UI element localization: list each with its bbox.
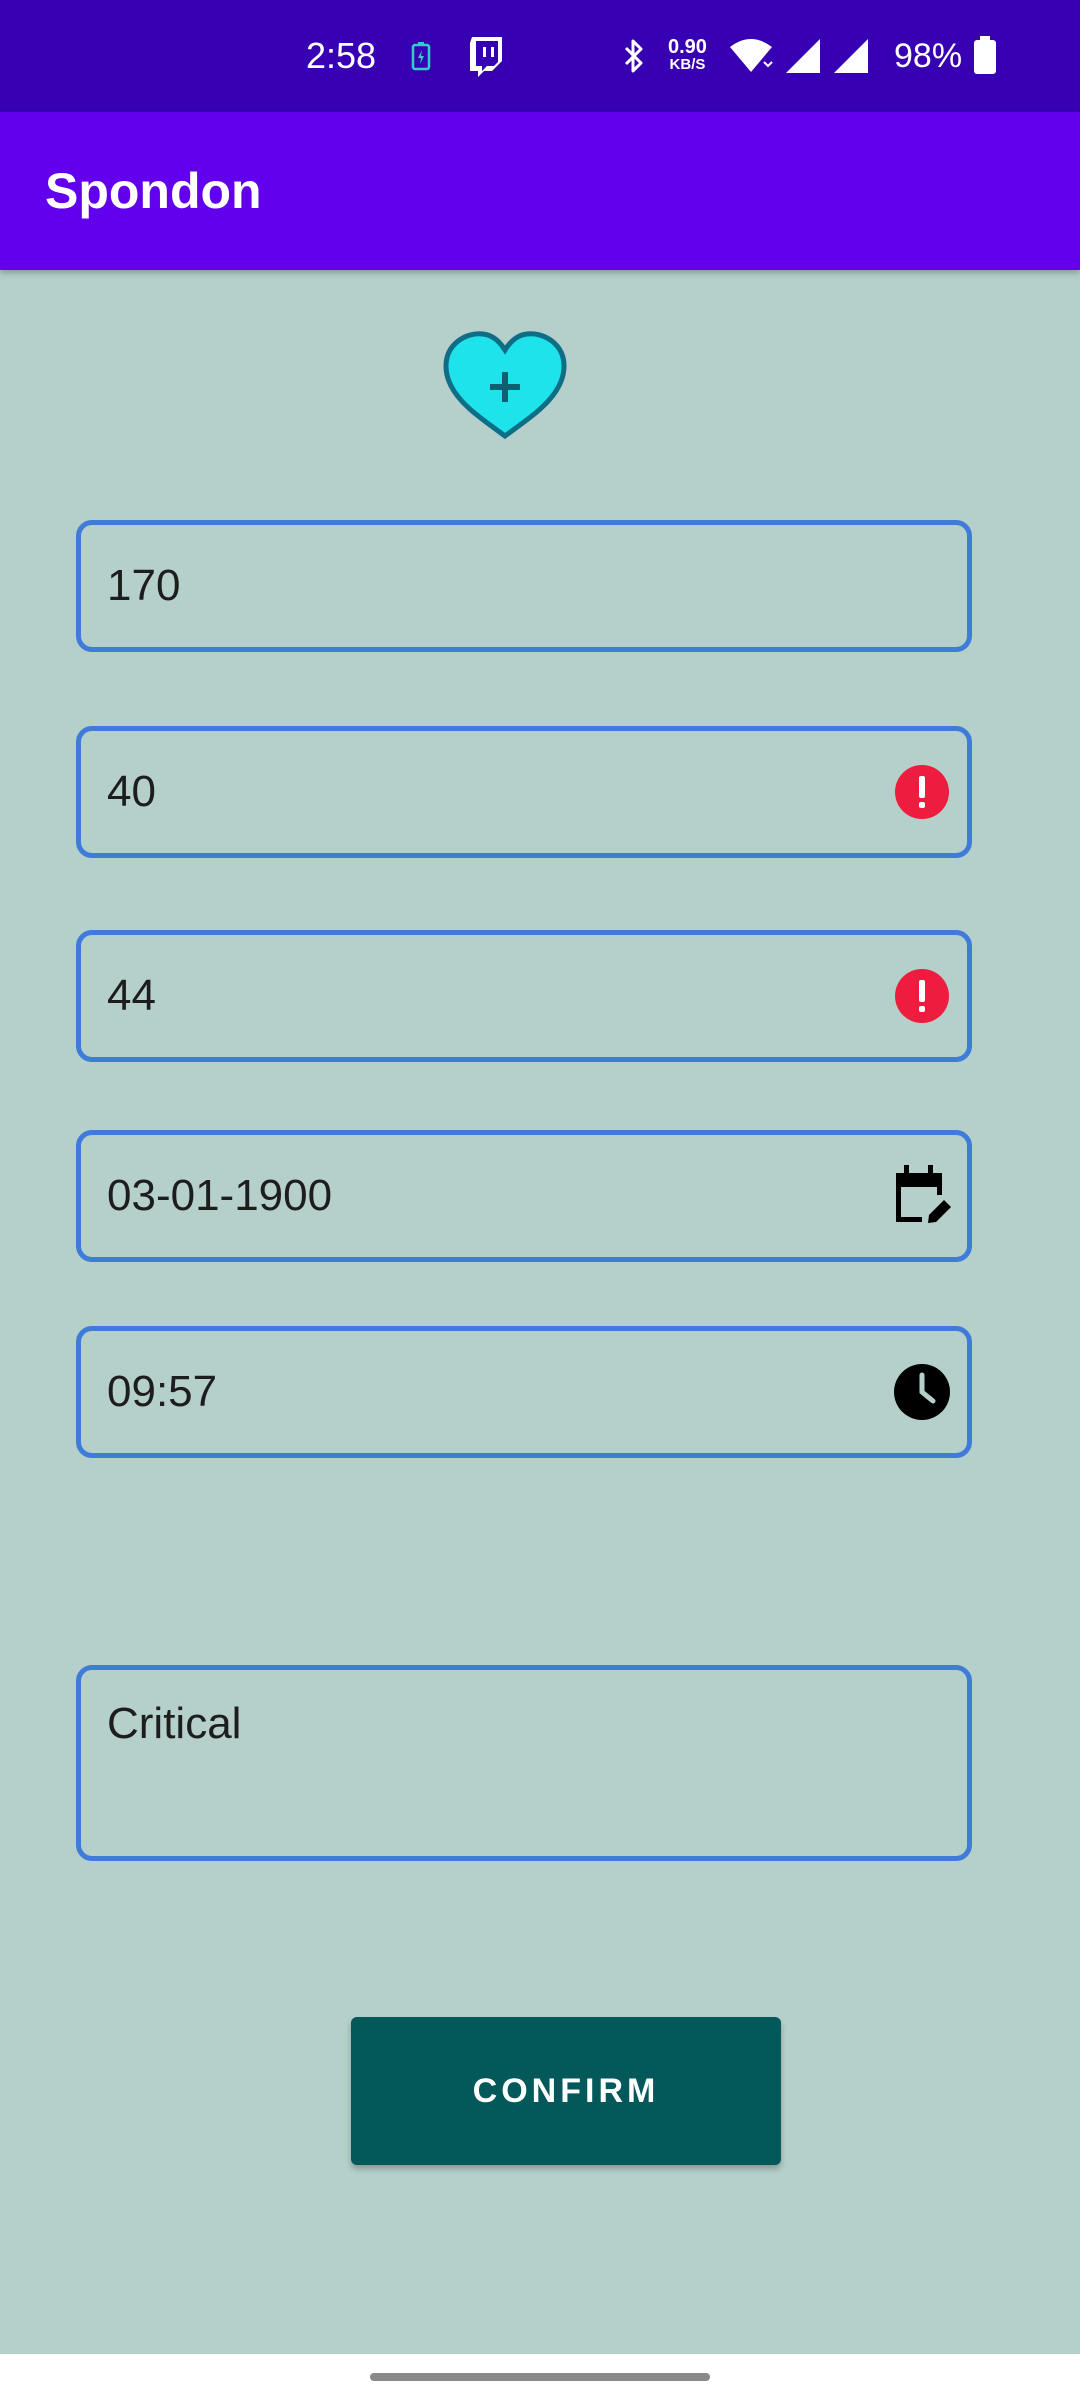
- date-field[interactable]: 03-01-1900: [76, 1130, 972, 1262]
- diastolic-field[interactable]: 44: [76, 930, 972, 1062]
- height-value: 170: [107, 561, 181, 610]
- error-icon: [877, 731, 967, 853]
- home-indicator[interactable]: [370, 2373, 710, 2381]
- diastolic-value: 44: [107, 971, 156, 1020]
- signal-icon: [830, 0, 870, 112]
- app-title: Spondon: [45, 163, 262, 219]
- systolic-field[interactable]: 40: [76, 726, 972, 858]
- error-icon: [877, 935, 967, 1057]
- battery-percent: 98%: [894, 36, 963, 75]
- signal-icon: [782, 0, 822, 112]
- battery-saver-icon: [410, 0, 432, 112]
- status-field[interactable]: Critical: [76, 1665, 972, 1861]
- twitch-icon: [466, 0, 506, 112]
- app-bar: Spondon: [0, 112, 1080, 270]
- status-bar: 2:58 0.90 KB/S 98%: [0, 0, 1080, 112]
- speed-unit: KB/S: [669, 56, 706, 73]
- navigation-bar: [0, 2354, 1080, 2400]
- systolic-value: 40: [107, 767, 156, 816]
- speed-value: 0.90: [668, 36, 707, 58]
- battery-icon: [972, 0, 998, 112]
- confirm-button[interactable]: CONFIRM: [351, 2017, 781, 2165]
- bluetooth-icon: [622, 0, 646, 112]
- date-value: 03-01-1900: [107, 1171, 333, 1220]
- calendar-edit-icon[interactable]: [877, 1135, 967, 1257]
- time-field[interactable]: 09:57: [76, 1326, 972, 1458]
- time-value: 09:57: [107, 1367, 218, 1416]
- height-field[interactable]: 170: [76, 520, 972, 652]
- status-value: Critical: [107, 1699, 242, 1748]
- status-time: 2:58: [306, 35, 377, 76]
- wifi-icon: [728, 0, 774, 112]
- network-speed: 0.90 KB/S: [668, 0, 707, 112]
- clock-icon[interactable]: [877, 1331, 967, 1453]
- heart-plus-icon: [438, 326, 572, 446]
